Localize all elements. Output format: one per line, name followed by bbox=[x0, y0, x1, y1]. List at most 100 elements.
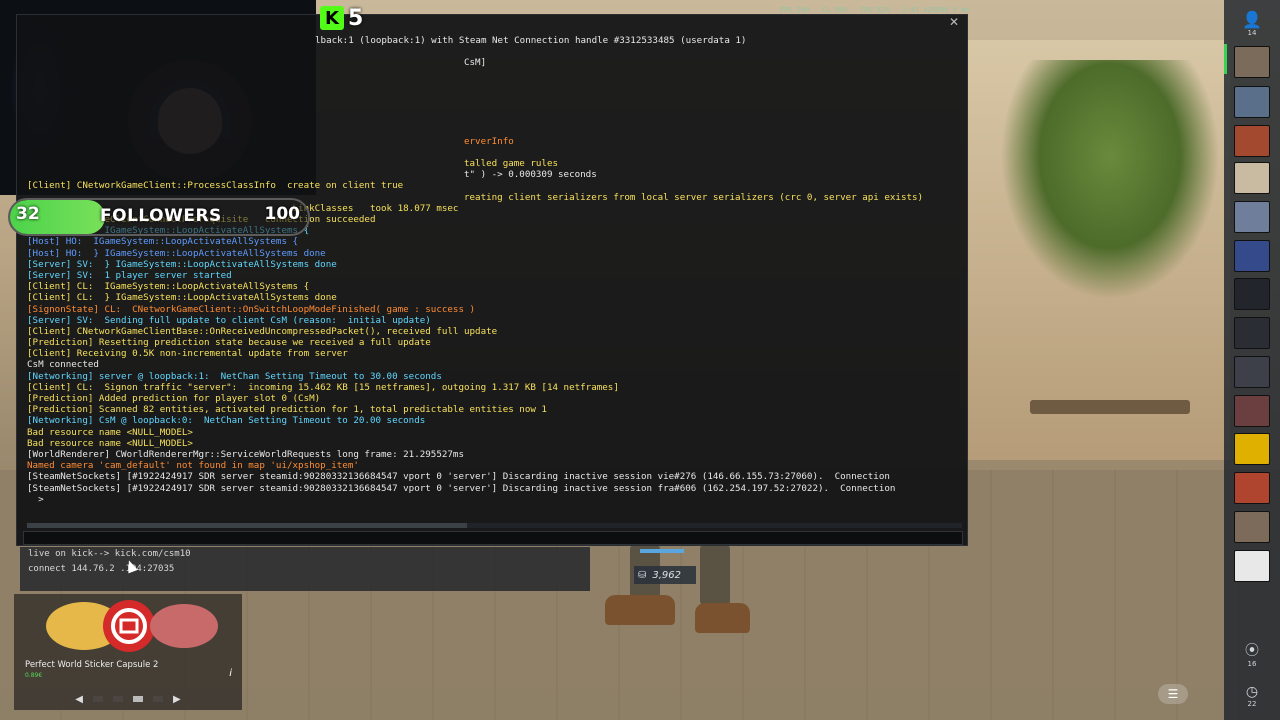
carousel-dot[interactable] bbox=[93, 696, 103, 702]
sticker-capsule-image bbox=[46, 600, 218, 652]
console-line: [Client] CL: Signon traffic "server": in… bbox=[27, 381, 619, 393]
console-line: Named camera 'cam_default' not found in … bbox=[27, 460, 359, 472]
console-line: [SteamNetSockets] [#1922424917 SDR serve… bbox=[27, 471, 890, 483]
console-line: [Networking] CsM @ loopback:0: NetChan S… bbox=[27, 415, 426, 427]
console-line: lback:1 (loopback:1) with Steam Net Conn… bbox=[315, 35, 747, 46]
console-line: CsM] bbox=[27, 57, 487, 69]
carousel-nav: ◀ ▶ bbox=[14, 692, 242, 706]
broadcast-count: 16 bbox=[1247, 660, 1257, 668]
console-line: [Client] Receiving 0.5K non-incremental … bbox=[27, 348, 348, 360]
kick-viewer-count: 5 bbox=[348, 5, 364, 31]
capsule-name: Perfect World Sticker Capsule 2 bbox=[25, 660, 159, 670]
friend-avatar[interactable] bbox=[1234, 201, 1270, 233]
console-line: CsM connected bbox=[27, 359, 99, 371]
history-item[interactable]: live on kick--> kick.com/csm10 bbox=[28, 549, 191, 559]
kick-logo-icon: K bbox=[320, 6, 344, 30]
carousel-next-icon[interactable]: ▶ bbox=[173, 694, 181, 705]
history-count: 22 bbox=[1247, 700, 1257, 708]
console-line: [Host] HO: IGameSystem::LoopActivateAllS… bbox=[27, 236, 299, 248]
followers-goal: 100 bbox=[264, 204, 301, 224]
console-line: t" ) -> 0.000309 seconds bbox=[27, 169, 597, 181]
carousel-dot[interactable] bbox=[133, 696, 143, 702]
friend-avatar[interactable] bbox=[1234, 86, 1270, 118]
background-bench bbox=[1030, 400, 1190, 414]
history-item[interactable]: connect 144.76.2 .194:27035 bbox=[28, 564, 174, 574]
item-rarity-bar bbox=[640, 549, 684, 553]
user-icon: 👤 bbox=[1242, 10, 1262, 29]
console-line: erverInfo bbox=[27, 135, 514, 147]
console-titlebar[interactable]: ✕ bbox=[317, 15, 967, 31]
console-line: [SignonState] CL: CNetworkGameClient::On… bbox=[27, 303, 476, 315]
friend-avatar[interactable] bbox=[1234, 162, 1270, 194]
info-icon[interactable]: i bbox=[229, 668, 232, 679]
player-model-legs bbox=[600, 545, 760, 640]
friend-avatar[interactable] bbox=[1234, 317, 1270, 349]
console-line: Bad resource name <NULL_MODEL> bbox=[27, 437, 193, 449]
console-line: [Server] SV: } IGameSystem::LoopActivate… bbox=[27, 258, 337, 270]
console-line: [Client] CL: IGameSystem::LoopActivateAl… bbox=[27, 281, 310, 293]
console-line: [Prediction] Resetting prediction state … bbox=[27, 337, 431, 349]
console-line: [Host] HO: } IGameSystem::LoopActivateAl… bbox=[27, 247, 326, 259]
console-line: [Prediction] Added prediction for player… bbox=[27, 393, 321, 404]
broadcast-icon: ⦿ bbox=[1245, 643, 1259, 659]
friends-sidebar: 👤 14 ⦿ 16 ◷ 22 bbox=[1224, 0, 1280, 720]
console-line: talled game rules bbox=[27, 158, 559, 170]
friends-count: 14 bbox=[1247, 29, 1257, 37]
friend-avatar[interactable] bbox=[1234, 395, 1270, 427]
console-input[interactable] bbox=[23, 531, 963, 545]
console-line: > bbox=[27, 493, 44, 505]
close-icon[interactable]: ✕ bbox=[949, 15, 959, 29]
broadcast-button[interactable]: ⦿ 16 bbox=[1224, 640, 1280, 668]
console-line: [Server] SV: 1 player server started bbox=[27, 269, 232, 281]
friend-avatar[interactable] bbox=[1234, 46, 1270, 78]
item-value: 3,962 bbox=[652, 569, 682, 581]
clock-icon: ◷ bbox=[1245, 684, 1259, 700]
friend-avatar[interactable] bbox=[1234, 550, 1270, 582]
currency-icon: ⛁ bbox=[638, 569, 647, 581]
game-viewport: FPS 240 · CL 96% · CPU 52% · 2:41 429500… bbox=[0, 0, 1280, 720]
background-palm bbox=[1000, 60, 1220, 300]
friend-avatar[interactable] bbox=[1234, 472, 1270, 504]
console-line: [Prediction] Scanned 82 entities, activa… bbox=[27, 404, 547, 416]
carousel-dot[interactable] bbox=[113, 696, 123, 702]
friends-button[interactable]: 👤 14 bbox=[1224, 10, 1280, 37]
console-scrollbar[interactable] bbox=[27, 523, 962, 528]
console-log: lback:1 (loopback:1) with Steam Net Conn… bbox=[27, 35, 962, 525]
capsule-price: 0.89€ bbox=[25, 672, 43, 679]
console-line: [Server] SV: Sending full update to clie… bbox=[27, 314, 431, 326]
console-line: [Networking] server @ loopback:1: NetCha… bbox=[27, 370, 442, 382]
followers-current: 32 bbox=[16, 204, 40, 224]
friend-avatar[interactable] bbox=[1234, 278, 1270, 310]
followers-title: FOLLOWERS bbox=[100, 206, 222, 226]
console-line: [Client] CNetworkGameClientBase::OnRecei… bbox=[27, 325, 498, 337]
console-line: [Client] CNetworkGameClient::ProcessClas… bbox=[27, 180, 404, 192]
console-line: [WorldRenderer] CWorldRendererMgr::Servi… bbox=[27, 448, 464, 460]
friend-avatar[interactable] bbox=[1234, 240, 1270, 272]
friend-avatar[interactable] bbox=[1234, 433, 1270, 465]
online-indicator bbox=[1224, 44, 1227, 74]
console-line: [Client] CL: } IGameSystem::LoopActivate… bbox=[27, 292, 337, 304]
friend-avatar[interactable] bbox=[1234, 125, 1270, 157]
chat-icon[interactable]: ☰ bbox=[1158, 684, 1188, 704]
console-line: [SteamNetSockets] [#1922424917 SDR serve… bbox=[27, 482, 896, 494]
friend-avatar[interactable] bbox=[1234, 511, 1270, 543]
developer-console: ✕ lback:1 (loopback:1) with Steam Net Co… bbox=[16, 14, 968, 546]
store-capsule-card[interactable]: Perfect World Sticker Capsule 2 0.89€ i … bbox=[14, 594, 242, 710]
friend-avatar[interactable] bbox=[1234, 356, 1270, 388]
console-line: Bad resource name <NULL_MODEL> bbox=[27, 426, 193, 438]
history-button[interactable]: ◷ 22 bbox=[1224, 684, 1280, 708]
console-history-popup: live on kick--> kick.com/csm10 connect 1… bbox=[20, 547, 590, 591]
kick-viewer-badge: K 5 bbox=[320, 4, 372, 32]
carousel-dot[interactable] bbox=[153, 696, 163, 702]
followers-goal-widget: 32 FOLLOWERS 100 bbox=[8, 198, 310, 236]
item-value-badge: ⛁ 3,962 bbox=[634, 566, 696, 584]
carousel-prev-icon[interactable]: ◀ bbox=[75, 694, 83, 705]
